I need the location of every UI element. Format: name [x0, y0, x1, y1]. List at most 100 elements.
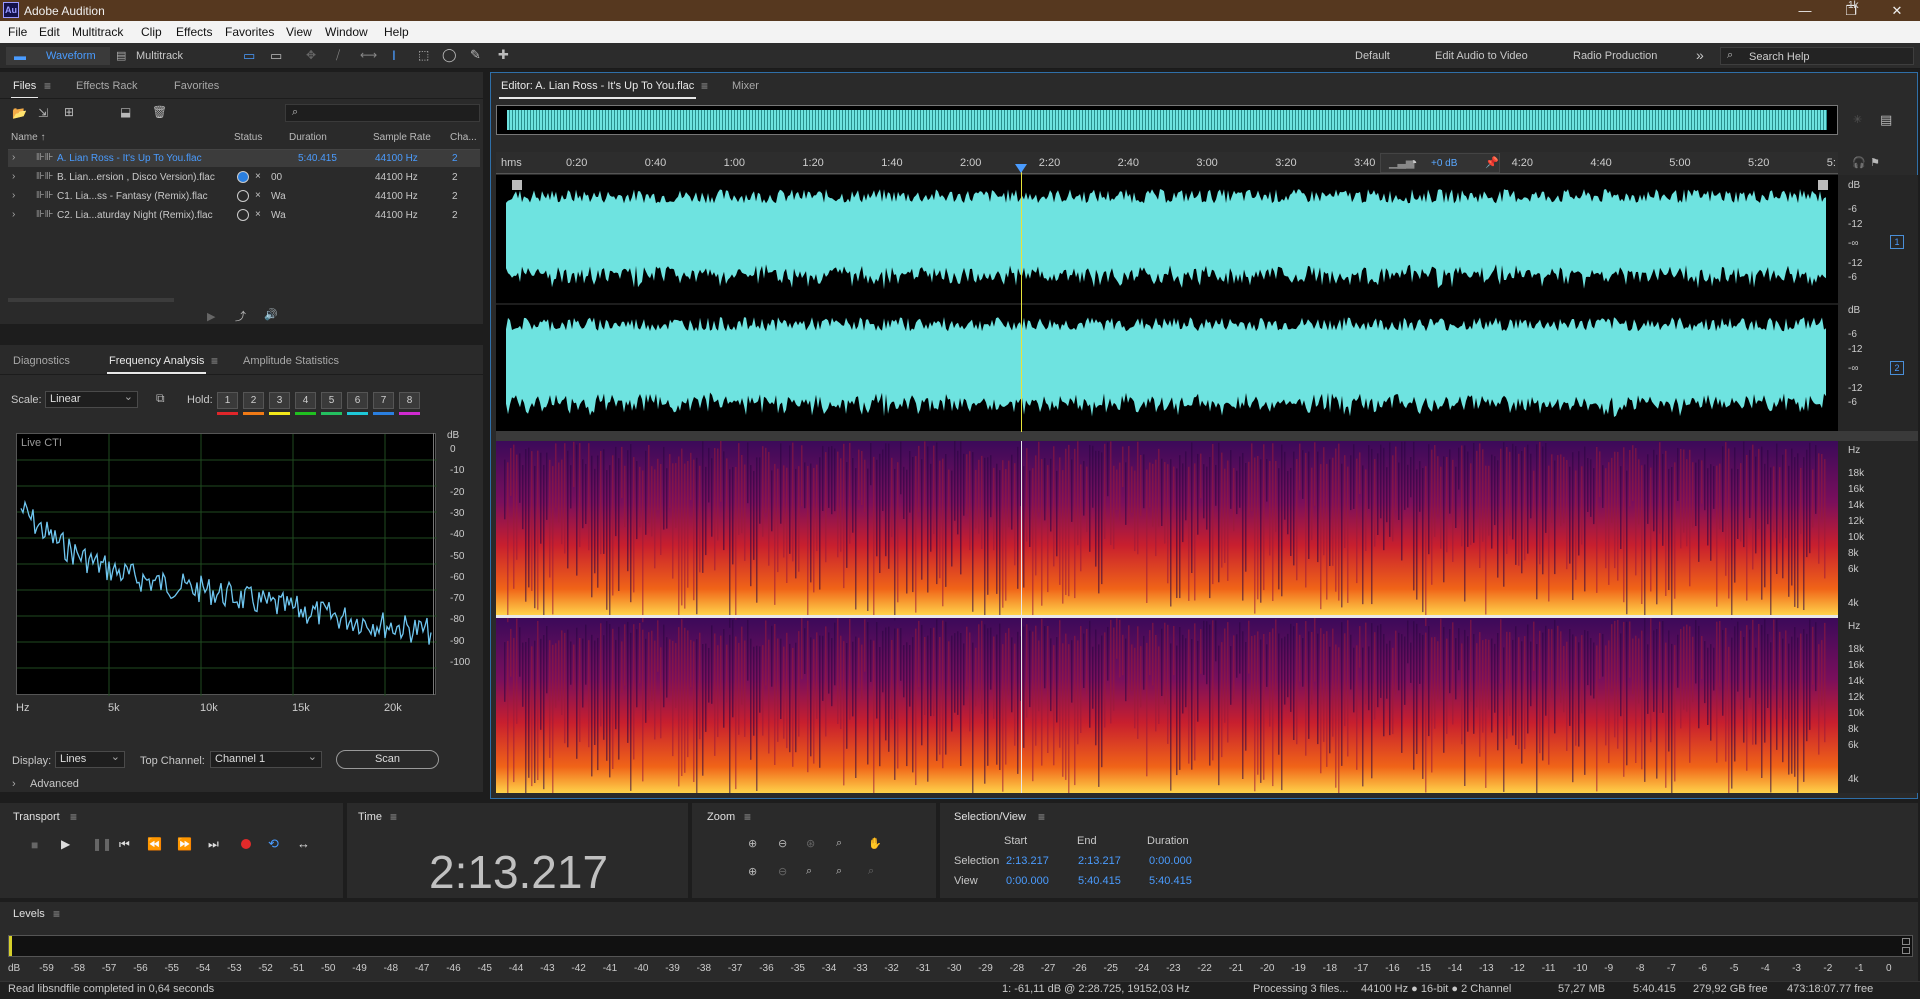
panel-options-icon[interactable]: ▤ [1880, 112, 1892, 128]
view-start[interactable]: 0:00.000 [1006, 875, 1049, 887]
brush-tool-icon[interactable]: ✎ [470, 47, 481, 63]
spectral-display-icon[interactable]: ▭ [243, 48, 255, 64]
tab-editor[interactable]: Editor: A. Lian Ross - It's Up To You.fl… [498, 80, 697, 99]
linear-log-toggle-icon[interactable]: ⧉ [156, 391, 165, 406]
table-row[interactable]: › ⊪⊪ C2. Lia...aturday Night (Remix).fla… [8, 207, 480, 224]
hold-button-8[interactable]: 8 [399, 392, 420, 409]
zoom-reset-icon[interactable]: ⊛ [806, 837, 815, 850]
level-meter[interactable] [8, 935, 1913, 957]
menu-favorites[interactable]: Favorites [225, 25, 274, 39]
move-tool-icon[interactable]: ✥ [306, 48, 316, 62]
selection-end[interactable]: 2:13.217 [1078, 855, 1121, 867]
expand-chevron-icon[interactable]: › [12, 171, 15, 182]
loop-icon[interactable]: ⟲ [268, 836, 279, 852]
spectral-splitter[interactable] [496, 431, 1918, 441]
zoom-out-full-icon[interactable]: ✳ [1853, 113, 1862, 126]
zoom-in-point-icon[interactable]: ⌕ [806, 865, 812, 878]
menu-effects[interactable]: Effects [176, 25, 212, 39]
tab-files[interactable]: Files [10, 80, 39, 99]
clip-indicator-left[interactable] [1902, 938, 1910, 945]
scan-button[interactable]: Scan [336, 750, 439, 769]
time-selection-tool-icon[interactable]: I [392, 47, 396, 63]
open-file-icon[interactable]: 📂 [12, 106, 27, 120]
menu-multitrack[interactable]: Multitrack [72, 25, 123, 39]
menu-clip[interactable]: Clip [141, 25, 162, 39]
waveform-view-button[interactable]: ▬ Waveform [6, 47, 110, 65]
playhead-handle-icon[interactable] [1015, 164, 1027, 173]
fade-in-handle-icon[interactable] [512, 180, 522, 190]
pause-icon[interactable]: ❚❚ [92, 837, 112, 851]
workspace-edit-audio-to-video[interactable]: Edit Audio to Video [1435, 50, 1528, 62]
fast-forward-icon[interactable]: ⏩ [177, 837, 192, 851]
stop-icon[interactable]: ■ [31, 838, 38, 852]
loop-preview-icon[interactable]: ⤴ [235, 308, 246, 324]
tab-favorites[interactable]: Favorites [174, 80, 219, 92]
column-sample-rate[interactable]: Sample Rate [373, 132, 431, 143]
zoom-out-time-icon[interactable]: ⊖ [778, 865, 787, 878]
playhead[interactable] [1021, 164, 1022, 432]
selection-duration[interactable]: 0:00.000 [1149, 855, 1192, 867]
next-icon[interactable]: ⏭ [208, 837, 219, 852]
files-panel-menu-icon[interactable]: ≡ [44, 79, 51, 93]
analysis-panel-menu-icon[interactable]: ≡ [211, 354, 218, 368]
zoom-menu-icon[interactable]: ≡ [744, 810, 751, 824]
expand-chevron-icon[interactable]: › [12, 152, 15, 163]
current-time-display[interactable]: 2:13.217 [429, 845, 608, 899]
hold-button-7[interactable]: 7 [373, 392, 394, 409]
waveform-display[interactable] [496, 175, 1838, 431]
zoom-full-icon[interactable]: ⌕ [868, 865, 874, 878]
marquee-tool-icon[interactable]: ⬚ [418, 48, 429, 62]
tab-mixer[interactable]: Mixer [732, 80, 759, 92]
zoom-selection-icon[interactable]: ⌕ [836, 837, 842, 850]
pitch-display-icon[interactable]: ▭ [270, 48, 282, 64]
workspace-radio-production[interactable]: Radio Production [1573, 50, 1657, 62]
zoom-in-amplitude-icon[interactable]: ⊕ [748, 837, 757, 850]
more-workspaces-button[interactable]: » [1696, 47, 1704, 63]
close-icon[interactable]: ✕ [1874, 1, 1920, 20]
transport-menu-icon[interactable]: ≡ [70, 810, 77, 824]
multitrack-view-button[interactable]: ▤ Multitrack [112, 47, 196, 65]
levels-menu-icon[interactable]: ≡ [53, 907, 60, 921]
previous-icon[interactable]: ⏮ [119, 837, 130, 852]
menu-edit[interactable]: Edit [39, 25, 60, 39]
zoom-out-amplitude-icon[interactable]: ⊖ [778, 837, 787, 850]
volume-knob-icon[interactable]: ◔ [1409, 154, 1417, 170]
hold-button-5[interactable]: 5 [321, 392, 342, 409]
horizontal-scrollbar[interactable] [8, 298, 174, 302]
hold-button-1[interactable]: 1 [217, 392, 238, 409]
clip-indicator-right[interactable] [1902, 947, 1910, 954]
view-end[interactable]: 5:40.415 [1078, 875, 1121, 887]
menu-file[interactable]: File [8, 25, 27, 39]
play-icon[interactable]: ▶ [61, 837, 70, 851]
pin-icon[interactable]: 📌 [1485, 156, 1499, 169]
files-search-input[interactable]: ⌕ [285, 104, 480, 122]
hold-button-2[interactable]: 2 [243, 392, 264, 409]
spectral-display[interactable] [496, 441, 1838, 793]
column-name[interactable]: Name ↑ [11, 132, 45, 143]
delete-icon[interactable]: 🗑 [152, 105, 167, 119]
table-row[interactable]: › ⊪⊪ B. Lian...ersion , Disco Version).f… [8, 169, 480, 186]
headphones-icon[interactable]: 🎧 [1852, 156, 1866, 169]
selection-view-menu-icon[interactable]: ≡ [1038, 810, 1045, 824]
time-menu-icon[interactable]: ≡ [390, 810, 397, 824]
column-duration[interactable]: Duration [289, 132, 327, 143]
table-row[interactable]: › ⊪⊪ A. Lian Ross - It's Up To You.flac … [8, 150, 480, 167]
menu-view[interactable]: View [286, 25, 312, 39]
channel-2-badge[interactable]: 2 [1890, 361, 1904, 375]
insert-into-multitrack-icon[interactable]: ⬓ [120, 105, 131, 119]
skip-selection-icon[interactable]: ↔ [297, 836, 310, 851]
overview-navigator[interactable] [496, 105, 1838, 135]
lasso-tool-icon[interactable]: ◯ [442, 47, 457, 63]
new-file-icon[interactable]: ⊞ [64, 105, 74, 119]
advanced-toggle[interactable]: Advanced [30, 778, 79, 790]
selection-start[interactable]: 2:13.217 [1006, 855, 1049, 867]
zoom-in-time-icon[interactable]: ⊕ [748, 865, 757, 878]
hold-button-4[interactable]: 4 [295, 392, 316, 409]
display-select[interactable]: Lines [55, 750, 125, 768]
hold-button-6[interactable]: 6 [347, 392, 368, 409]
view-duration[interactable]: 5:40.415 [1149, 875, 1192, 887]
expand-chevron-icon[interactable]: › [12, 209, 15, 220]
advanced-chevron-icon[interactable]: › [12, 778, 16, 790]
razor-tool-icon[interactable]: ⧸ [336, 48, 340, 63]
tab-diagnostics[interactable]: Diagnostics [13, 355, 70, 367]
